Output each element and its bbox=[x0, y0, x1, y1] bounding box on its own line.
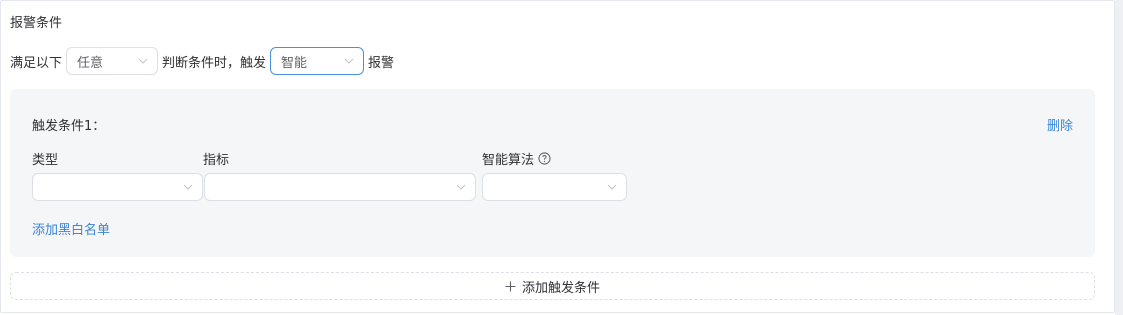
metric-select[interactable] bbox=[204, 173, 476, 201]
algorithm-label: 智能算法 bbox=[482, 149, 551, 168]
chevron-down-icon bbox=[183, 184, 193, 190]
rule-middle-text: 判断条件时，触发 bbox=[162, 55, 267, 71]
algorithm-select[interactable] bbox=[482, 173, 627, 201]
trigger-condition-card: 触发条件1： 删除 类型 指标 智能算法 添加黑白名单 bbox=[10, 89, 1095, 257]
rule-sentence: 满足以下 任意 判断条件时，触发 智能 报警 bbox=[10, 47, 394, 75]
algorithm-label-text: 智能算法 bbox=[482, 153, 535, 168]
rule-prefix-text: 满足以下 bbox=[10, 55, 63, 71]
type-label: 类型 bbox=[32, 149, 58, 168]
metric-label: 指标 bbox=[203, 149, 229, 168]
match-mode-select[interactable]: 任意 bbox=[66, 47, 159, 75]
plus-icon bbox=[505, 281, 516, 291]
metric-label-text: 指标 bbox=[203, 153, 230, 168]
chevron-down-icon bbox=[344, 58, 354, 64]
add-trigger-label: 添加触发条件 bbox=[521, 280, 600, 296]
condition-title: 触发条件1： bbox=[32, 119, 106, 134]
section-title: 报警条件 bbox=[10, 16, 63, 31]
match-mode-value: 任意 bbox=[77, 55, 104, 71]
chevron-down-icon bbox=[456, 184, 466, 190]
chevron-down-icon bbox=[607, 184, 617, 190]
type-label-text: 类型 bbox=[32, 153, 59, 168]
add-blacklist-link[interactable]: 添加黑白名单 bbox=[32, 219, 110, 238]
type-select[interactable] bbox=[32, 173, 203, 201]
trigger-mode-value: 智能 bbox=[281, 55, 308, 71]
vertical-scrollbar[interactable] bbox=[1115, 0, 1123, 315]
chevron-down-icon bbox=[138, 58, 148, 64]
delete-condition-link[interactable]: 删除 bbox=[1047, 115, 1073, 134]
question-circle-icon[interactable] bbox=[538, 152, 551, 165]
add-trigger-button[interactable]: 添加触发条件 bbox=[10, 272, 1095, 300]
trigger-mode-select[interactable]: 智能 bbox=[270, 47, 365, 75]
rule-suffix-text: 报警 bbox=[368, 55, 395, 71]
